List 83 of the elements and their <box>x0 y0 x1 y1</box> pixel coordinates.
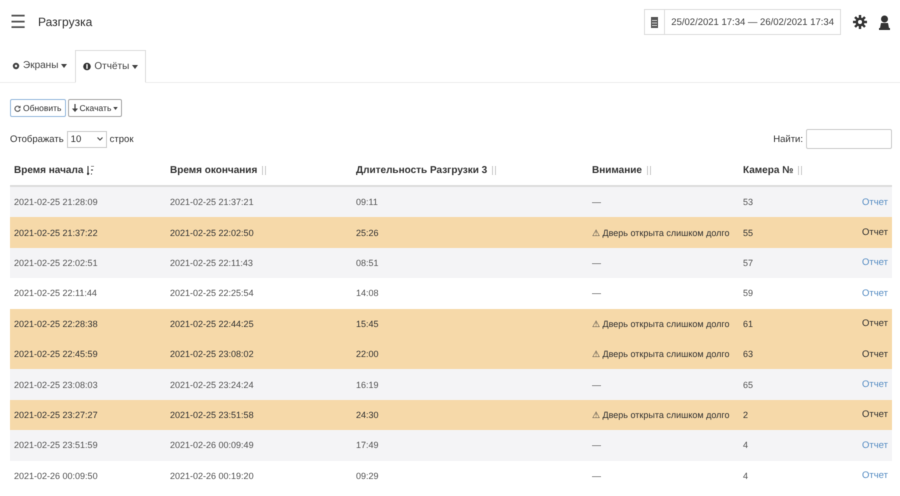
table-cell: 2021-02-25 22:02:50 <box>170 228 254 238</box>
column-header[interactable]: Длительность Разгрузки 3 <box>356 164 488 176</box>
table-cell: — <box>592 197 601 208</box>
table-cell: 2 <box>743 410 748 420</box>
table-cell: 2021-02-25 23:51:58 <box>170 410 254 420</box>
show-label: Отображать <box>10 134 64 144</box>
search-field[interactable] <box>806 129 892 149</box>
table-cell: 09:29 <box>356 470 379 481</box>
column-header[interactable]: Внимание <box>592 164 642 176</box>
table-cell: 22:00 <box>356 349 379 360</box>
table-cell: 17:49 <box>356 440 379 450</box>
table-cell: 2021-02-25 23:08:02 <box>170 349 254 360</box>
user-icon[interactable] <box>879 14 890 30</box>
table-cell: 2021-02-25 22:28:38 <box>14 318 98 329</box>
table-cell: 2021-02-25 21:37:22 <box>14 228 98 238</box>
gear-icon <box>12 62 20 70</box>
report-link[interactable]: Отчет <box>862 409 888 420</box>
table-cell: 24:30 <box>356 410 379 420</box>
table-cell: 2021-02-25 22:45:59 <box>14 349 98 360</box>
caret-icon <box>61 64 68 68</box>
table-cell: 4 <box>743 440 748 450</box>
table-cell: ⚠ Дверь открыта слишком долго <box>592 228 730 238</box>
table-cell: — <box>592 288 601 298</box>
refresh-icon <box>14 104 21 112</box>
badge-icon <box>83 62 92 71</box>
table-cell: 2021-02-25 22:11:44 <box>14 288 97 298</box>
table-cell: 59 <box>743 288 754 298</box>
table-cell: 53 <box>743 197 754 208</box>
rows-label: строк <box>110 134 134 144</box>
menu-icon[interactable]: ☰ <box>10 11 26 33</box>
table-cell: 2021-02-25 22:44:25 <box>170 318 254 329</box>
table-cell: 25:26 <box>356 228 379 238</box>
table-cell: 2021-02-25 23:08:03 <box>14 380 98 390</box>
table-cell: 09:11 <box>356 197 378 208</box>
table-cell: — <box>592 470 601 481</box>
table-cell: 2021-02-25 21:37:21 <box>170 197 254 208</box>
table-cell: 15:45 <box>356 318 379 329</box>
column-header[interactable]: Время окончания <box>170 164 258 176</box>
search-label: Найти: <box>773 134 803 144</box>
table-cell: ⚠ Дверь открыта слишком долго <box>592 349 730 360</box>
report-link[interactable]: Отчет <box>862 348 888 360</box>
caret-icon <box>113 106 118 110</box>
table-cell: 57 <box>743 258 754 268</box>
table-cell: 2021-02-25 22:02:51 <box>14 258 98 268</box>
table-cell: 2021-02-26 00:09:49 <box>170 440 254 450</box>
column-header[interactable]: Время начала <box>14 164 84 176</box>
table-cell: 2021-02-26 00:09:50 <box>14 470 98 481</box>
calendar-icon <box>651 16 658 28</box>
table-cell: 63 <box>743 349 754 360</box>
table-cell: 16:19 <box>356 380 379 390</box>
rows-select[interactable]: 10 <box>66 130 107 148</box>
refresh-button[interactable]: Обновить <box>10 99 66 117</box>
page-title: Разгрузка <box>38 15 92 29</box>
tab[interactable]: Экраны <box>4 49 76 82</box>
table-cell: 2021-02-25 23:27:27 <box>14 410 98 420</box>
table-cell: 61 <box>743 318 754 329</box>
report-link[interactable]: Отчет <box>862 318 888 330</box>
chevron-icon <box>96 137 103 141</box>
table-cell: — <box>592 440 601 450</box>
table-cell: 14:08 <box>356 288 379 298</box>
caret-icon <box>132 64 138 68</box>
download-icon <box>72 104 78 112</box>
report-link[interactable]: Отчет <box>862 227 888 238</box>
table-cell: 2021-02-25 23:24:24 <box>170 380 254 390</box>
table-cell: 65 <box>743 380 754 390</box>
date-range-field[interactable]: 25/02/2021 17:34 — 26/02/2021 17:34 <box>644 9 841 35</box>
table-cell: 2021-02-25 21:28:09 <box>14 197 98 208</box>
table-cell: 2021-02-25 23:51:59 <box>14 440 98 450</box>
tab[interactable]: Отчёты <box>75 50 146 83</box>
table-cell: — <box>592 258 601 268</box>
table-cell: ⚠ Дверь открыта слишком долго <box>592 410 730 420</box>
table-cell: 2021-02-25 22:11:43 <box>170 258 253 268</box>
sort-icon[interactable] <box>87 166 94 174</box>
table-cell: 2021-02-26 00:19:20 <box>170 470 254 481</box>
table-cell: 55 <box>743 228 754 238</box>
column-header[interactable]: Камера № <box>743 164 794 176</box>
table-cell: 4 <box>743 470 748 481</box>
table-cell: 08:51 <box>356 258 379 268</box>
settings-icon[interactable] <box>853 15 867 29</box>
table-cell: ⚠ Дверь открыта слишком долго <box>592 318 730 329</box>
table-cell: — <box>592 380 601 390</box>
table-cell: 2021-02-25 22:25:54 <box>170 288 254 298</box>
download-button[interactable]: Скачать <box>68 99 122 117</box>
